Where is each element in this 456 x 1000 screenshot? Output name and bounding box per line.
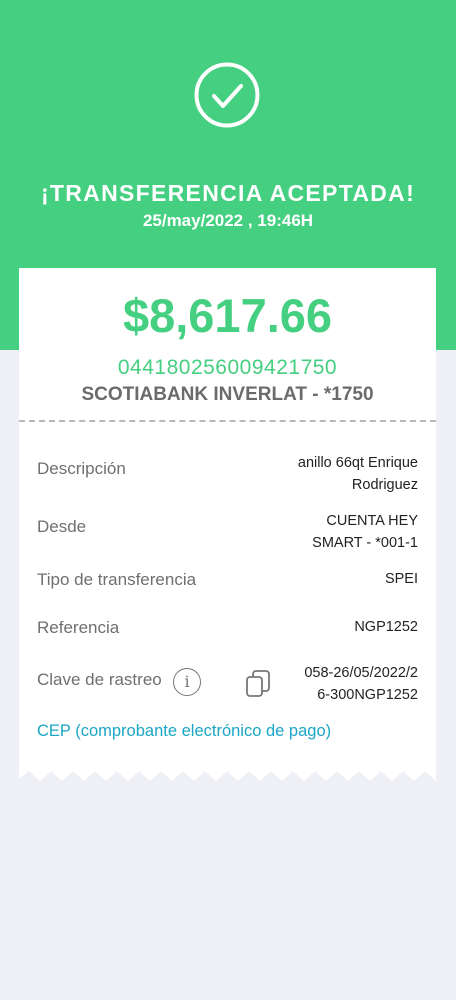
tracking-key-value: 058-26/05/2022/2 6-300NGP1252 bbox=[304, 665, 418, 703]
reference-label: Referencia bbox=[37, 618, 120, 637]
transfer-type-label: Tipo de transferencia bbox=[37, 570, 197, 589]
destination-bank: SCOTIABANK INVERLAT - *1750 bbox=[81, 384, 374, 405]
cep-link[interactable]: CEP (comprobante electrónico de pago) bbox=[37, 722, 331, 741]
tracking-key-label: Clave de rastreo bbox=[37, 670, 162, 689]
from-label: Desde bbox=[37, 517, 87, 536]
transfer-amount: $8,617.66 bbox=[122, 289, 333, 342]
transfer-type-value: SPEI bbox=[384, 571, 418, 587]
receipt-card: $8,617.66 044180256009421750 SCOTIABANK … bbox=[19, 268, 436, 768]
transfer-datetime: 25/may/2022 , 19:46H bbox=[142, 211, 314, 230]
info-icon[interactable]: i bbox=[173, 668, 201, 696]
destination-account: 044180256009421750 bbox=[117, 356, 338, 379]
reference-value: NGP1252 bbox=[354, 619, 418, 635]
from-value: CUENTA HEY SMART - *001-1 bbox=[312, 513, 418, 551]
description-label: Descripción bbox=[37, 459, 126, 478]
receipt-torn-edge bbox=[19, 767, 436, 781]
page-title: ¡TRANSFERENCIA ACEPTADA! bbox=[40, 180, 416, 206]
check-circle-icon bbox=[194, 62, 260, 128]
dashed-divider bbox=[19, 420, 436, 422]
description-value: anillo 66qt Enrique Rodriguez bbox=[297, 455, 418, 493]
